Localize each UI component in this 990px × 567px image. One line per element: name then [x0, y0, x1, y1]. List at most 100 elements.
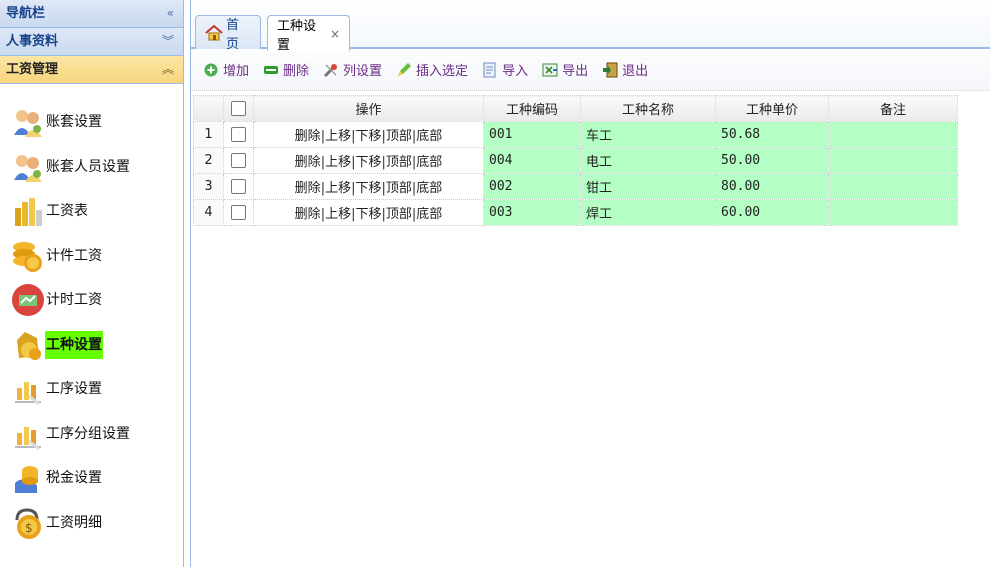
delete-button[interactable]: 删除: [263, 60, 309, 79]
row-op-link[interactable]: 顶部: [386, 129, 412, 144]
price-cell[interactable]: 80.00: [715, 173, 829, 200]
tools-icon: [323, 62, 339, 78]
name-cell[interactable]: 焊工: [580, 199, 716, 226]
row-op-link[interactable]: 下移: [355, 129, 381, 144]
svg-text:$: $: [25, 521, 33, 535]
price-cell[interactable]: 50.00: [715, 147, 829, 174]
nav-item-label: 账套设置: [46, 114, 102, 131]
note-header[interactable]: 备注: [828, 95, 958, 122]
price-header[interactable]: 工种单价: [715, 95, 829, 122]
column-settings-button[interactable]: 列设置: [323, 60, 382, 79]
nav-item-salary-detail[interactable]: $ 工资明细: [0, 501, 183, 546]
row-op-link[interactable]: 上移: [325, 155, 351, 170]
import-button[interactable]: 导入: [482, 60, 528, 79]
nav-item-ledger-settings[interactable]: 账套设置: [0, 100, 183, 145]
price-cell[interactable]: 60.00: [715, 199, 829, 226]
grid-header-row: 操作 工种编码 工种名称 工种单价 备注: [193, 95, 958, 122]
row-ops: 删除|上移|下移|顶部|底部: [253, 121, 484, 148]
row-ops: 删除|上移|下移|顶部|底部: [253, 147, 484, 174]
price-cell[interactable]: 50.68: [715, 121, 829, 148]
row-op-link[interactable]: 顶部: [386, 181, 412, 196]
row-op-link[interactable]: 顶部: [386, 155, 412, 170]
insert-selected-button[interactable]: 插入选定: [396, 60, 468, 79]
nav-item-time-wage[interactable]: 计时工资: [0, 278, 183, 323]
code-cell[interactable]: 001: [483, 121, 581, 148]
nav-panel-title: 导航栏: [6, 6, 46, 21]
code-cell[interactable]: 003: [483, 199, 581, 226]
tab-home[interactable]: 首页: [195, 15, 261, 52]
exit-button-label: 退出: [622, 64, 649, 79]
row-op-link[interactable]: 上移: [325, 129, 351, 144]
exit-button[interactable]: 退出: [602, 60, 648, 79]
ops-header[interactable]: 操作: [253, 95, 484, 122]
note-cell[interactable]: [828, 121, 958, 148]
hr-section-header[interactable]: 人事资料 ︾: [0, 28, 183, 56]
row-op-link[interactable]: 下移: [355, 181, 381, 196]
row-checkbox[interactable]: [223, 121, 254, 148]
worktype-grid: 操作 工种编码 工种名称 工种单价 备注 1 删除|上移|下移|顶部|底部 001 车…: [193, 95, 958, 226]
nav-item-worktype-settings[interactable]: 工种设置: [0, 323, 183, 368]
add-button-label: 增加: [223, 64, 250, 79]
close-icon[interactable]: ×: [330, 27, 340, 41]
code-header[interactable]: 工种编码: [483, 95, 581, 122]
row-number: 2: [193, 147, 224, 174]
nav-item-label: 账套人员设置: [46, 158, 130, 175]
nav-panel-header[interactable]: 导航栏 «: [0, 0, 183, 28]
code-cell[interactable]: 004: [483, 147, 581, 174]
row-checkbox[interactable]: [223, 173, 254, 200]
code-cell[interactable]: 002: [483, 173, 581, 200]
nav-item-tax-settings[interactable]: 税金设置: [0, 456, 183, 501]
row-op-link[interactable]: 底部: [416, 155, 442, 170]
row-op-link[interactable]: 删除: [295, 155, 321, 170]
row-op-link[interactable]: 上移: [325, 207, 351, 222]
row-op-link[interactable]: 底部: [416, 129, 442, 144]
row-op-link[interactable]: 上移: [325, 181, 351, 196]
nav-item-process-settings[interactable]: 工序设置: [0, 367, 183, 412]
rownum-header: [193, 95, 224, 122]
row-op-link[interactable]: 删除: [295, 129, 321, 144]
table-row[interactable]: 1 删除|上移|下移|顶部|底部 001 车工 50.68: [193, 121, 958, 148]
tab-worktype[interactable]: 工种设置 ×: [267, 15, 350, 53]
collapse-left-icon[interactable]: «: [167, 0, 174, 27]
name-cell[interactable]: 钳工: [580, 173, 716, 200]
row-op-link[interactable]: 删除: [295, 181, 321, 196]
row-op-link[interactable]: 删除: [295, 207, 321, 222]
note-cell[interactable]: [828, 147, 958, 174]
nav-item-label: 工种设置: [45, 330, 103, 359]
row-op-link[interactable]: 下移: [355, 155, 381, 170]
row-op-link[interactable]: 顶部: [386, 207, 412, 222]
table-row[interactable]: 4 删除|上移|下移|顶部|底部 003 焊工 60.00: [193, 199, 958, 226]
chevron-up-icon[interactable]: ︽: [162, 56, 174, 83]
select-all-checkbox[interactable]: [223, 95, 254, 122]
row-number: 3: [193, 173, 224, 200]
name-cell[interactable]: 电工: [580, 147, 716, 174]
row-op-link[interactable]: 底部: [416, 207, 442, 222]
tax-icon: [11, 461, 45, 495]
table-row[interactable]: 3 删除|上移|下移|顶部|底部 002 钳工 80.00: [193, 173, 958, 200]
export-button[interactable]: 导出: [542, 60, 588, 79]
toolbar: 增加 删除 列设置 插入选定 导入 导出 退出: [191, 49, 990, 91]
name-cell[interactable]: 车工: [580, 121, 716, 148]
table-row[interactable]: 2 删除|上移|下移|顶部|底部 004 电工 50.00: [193, 147, 958, 174]
row-op-link[interactable]: 下移: [355, 207, 381, 222]
salary-section-title: 工资管理: [6, 62, 59, 77]
row-checkbox[interactable]: [223, 147, 254, 174]
nav-item-label: 计件工资: [46, 247, 102, 264]
nav-item-label: 计时工资: [46, 292, 102, 309]
salary-section-header[interactable]: 工资管理 ︽: [0, 56, 183, 84]
row-checkbox[interactable]: [223, 199, 254, 226]
nav-item-process-group[interactable]: 工序分组设置: [0, 412, 183, 457]
nav-item-ledger-staff[interactable]: 账套人员设置: [0, 145, 183, 190]
chevron-down-icon[interactable]: ︾: [162, 28, 174, 55]
coins-icon: [11, 239, 45, 273]
nav-item-salary-table[interactable]: 工资表: [0, 189, 183, 234]
nav-item-label: 工序分组设置: [46, 425, 130, 442]
nav-item-piece-wage[interactable]: 计件工资: [0, 234, 183, 279]
note-cell[interactable]: [828, 199, 958, 226]
add-button[interactable]: 增加: [203, 60, 249, 79]
row-op-link[interactable]: 底部: [416, 181, 442, 196]
note-cell[interactable]: [828, 173, 958, 200]
hr-section-title: 人事资料: [6, 34, 59, 49]
people-icon: [11, 150, 45, 184]
name-header[interactable]: 工种名称: [580, 95, 716, 122]
